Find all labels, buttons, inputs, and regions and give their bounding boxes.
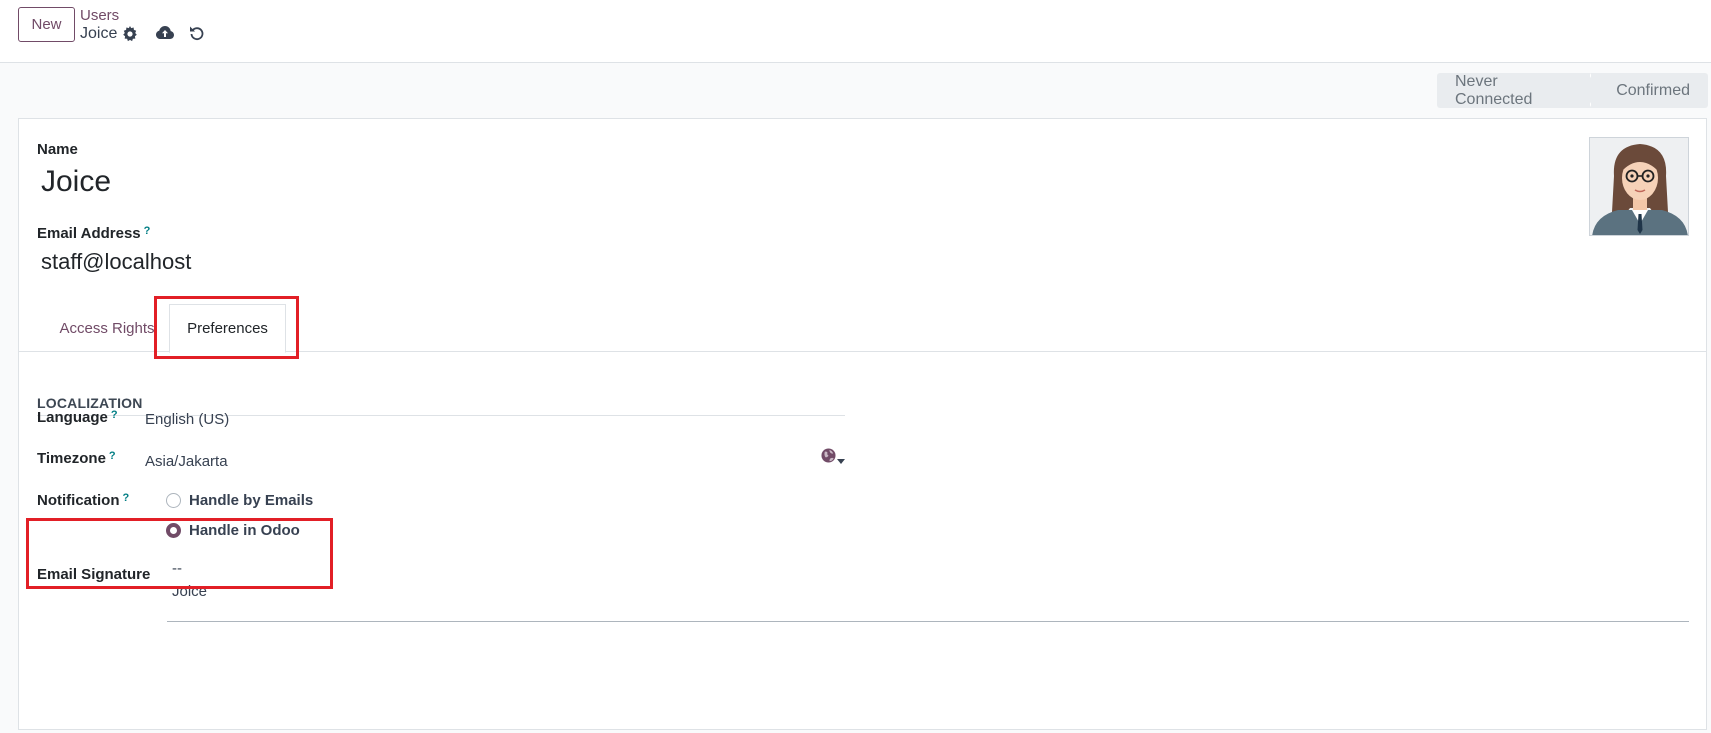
stage-never-connected[interactable]: Never Connected [1437, 73, 1591, 108]
email-help-icon[interactable]: ? [144, 225, 151, 237]
radio-button-unchecked[interactable] [166, 493, 181, 508]
email-input[interactable]: staff@localhost [41, 249, 191, 275]
avatar-image [1590, 138, 1688, 235]
globe-icon[interactable] [821, 448, 836, 463]
form-sheet: Name Joice Email Address? staff@localhos… [18, 118, 1707, 730]
control-panel: New Users Joice [0, 0, 1711, 63]
radio-handle-by-emails[interactable]: Handle by Emails [166, 492, 313, 509]
stage-confirmed[interactable]: Confirmed [1591, 73, 1708, 108]
highlight-preferences-tab [154, 296, 299, 359]
language-help-icon[interactable]: ? [111, 409, 118, 421]
gear-icon[interactable] [122, 26, 138, 42]
new-button[interactable]: New [18, 7, 75, 42]
email-label: Email Address? [37, 225, 150, 242]
timezone-select[interactable]: Asia/Jakarta [145, 453, 228, 470]
undo-icon[interactable] [189, 25, 205, 41]
highlight-notification-field [26, 518, 333, 589]
notification-label: Notification? [37, 492, 129, 509]
breadcrumb-current: Joice [80, 25, 118, 42]
timezone-label: Timezone? [37, 450, 116, 467]
language-label-text: Language [37, 409, 108, 426]
radio-label-emails[interactable]: Handle by Emails [189, 492, 313, 509]
language-select[interactable]: English (US) [145, 411, 229, 428]
breadcrumb-users-link[interactable]: Users [80, 7, 119, 24]
timezone-help-icon[interactable]: ? [109, 450, 116, 462]
name-label: Name [37, 141, 78, 158]
notification-label-text: Notification [37, 492, 120, 509]
signature-field-underline [167, 621, 1689, 622]
cloud-upload-icon[interactable] [156, 25, 174, 41]
avatar[interactable] [1589, 137, 1689, 236]
language-label: Language? [37, 409, 118, 426]
chevron-down-icon[interactable] [837, 459, 845, 464]
status-bar: Never Connected Confirmed [1437, 73, 1708, 108]
email-label-text: Email Address [37, 225, 141, 242]
name-input[interactable]: Joice [41, 165, 111, 199]
timezone-label-text: Timezone [37, 450, 106, 467]
notification-help-icon[interactable]: ? [123, 492, 130, 504]
